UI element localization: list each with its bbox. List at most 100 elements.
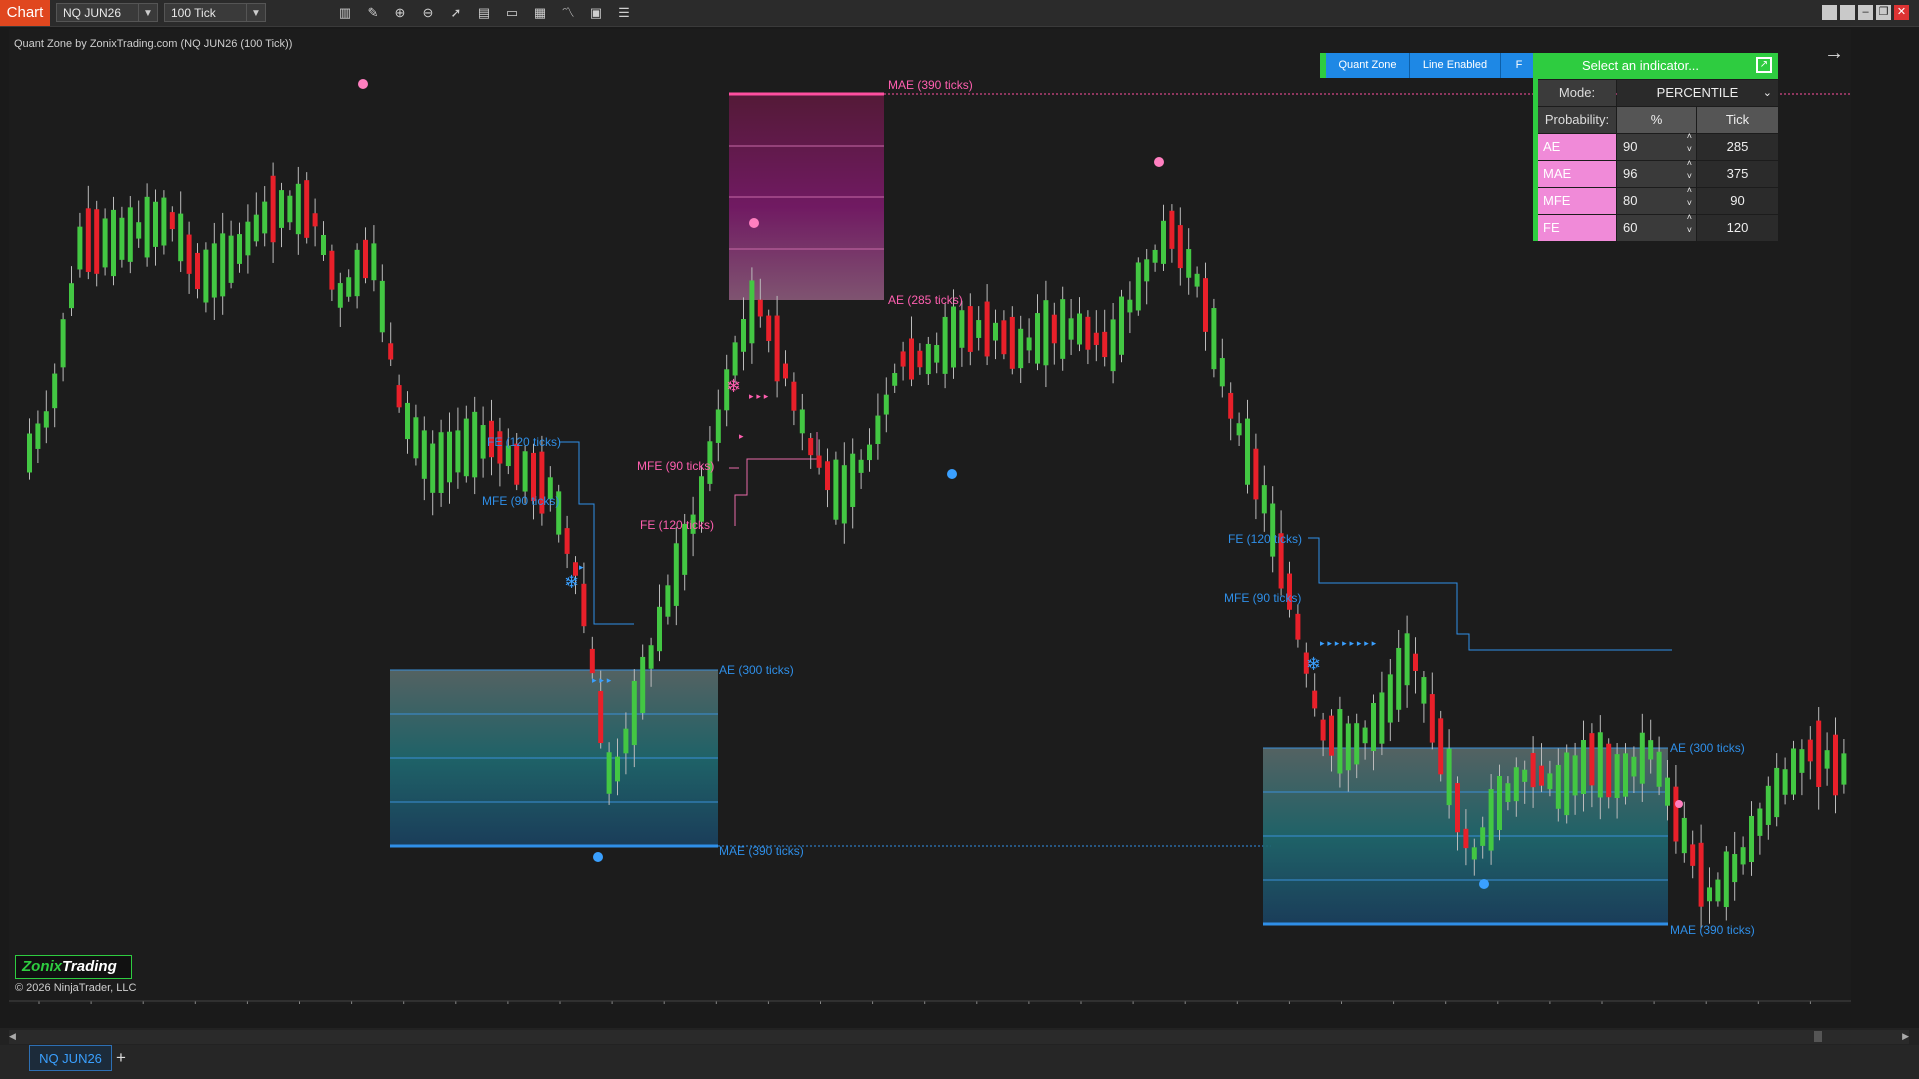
scroll-left-icon[interactable]: ◀	[9, 1031, 16, 1042]
scroll-thumb[interactable]	[1814, 1031, 1822, 1042]
candle-body	[94, 209, 100, 274]
candle-body	[917, 350, 923, 368]
candle-body	[279, 190, 284, 228]
candle-body	[1631, 756, 1637, 777]
tile-icon[interactable]	[1822, 5, 1837, 20]
candle-body	[1732, 854, 1738, 883]
candle-body	[1799, 749, 1805, 773]
candle-body	[615, 756, 620, 782]
candle-body	[472, 411, 478, 478]
horizontal-scrollbar[interactable]: ◀ ▶	[9, 1030, 1909, 1044]
scroll-right-icon[interactable]: ▶	[1902, 1031, 1909, 1042]
zoom-in-icon[interactable]: ⊕	[392, 5, 408, 21]
minimize-icon[interactable]: –	[1858, 5, 1873, 20]
candle-body	[119, 217, 125, 260]
candle-body	[1194, 273, 1200, 287]
zone-label: FE (120 ticks)	[640, 518, 714, 532]
bars-type-icon[interactable]: ▥	[337, 5, 353, 21]
line-enabled-button[interactable]: Line Enabled	[1410, 53, 1501, 78]
candle-body	[396, 385, 402, 408]
indicators-icon[interactable]: 〽	[560, 5, 576, 21]
candle-body	[77, 226, 83, 270]
stepper-icon[interactable]: ˄ ˅	[1687, 211, 1692, 237]
pointer-icon[interactable]: ➚	[448, 5, 464, 21]
probability-label: Probability:	[1538, 107, 1616, 133]
candle-body	[1329, 715, 1334, 756]
candle-body	[287, 195, 293, 223]
chevron-down-icon: ▼	[138, 4, 157, 21]
mode-value: PERCENTILE	[1656, 85, 1739, 100]
candle-body	[1093, 332, 1099, 345]
zoom-out-icon[interactable]: ⊖	[420, 5, 436, 21]
candle-body	[976, 320, 982, 338]
candle-body	[1639, 732, 1645, 784]
candle-body	[699, 476, 704, 522]
pink-marker	[749, 218, 759, 228]
stepper-icon[interactable]: ˄ ˅	[1687, 130, 1692, 156]
select-indicator-bar[interactable]: Select an indicator... ↗	[1538, 53, 1778, 79]
candle-body	[1245, 418, 1250, 485]
instrument-selector[interactable]: NQ JUN26 ▼	[56, 3, 158, 22]
candle-body	[1606, 743, 1612, 798]
candle-body	[346, 277, 352, 297]
interval-selector[interactable]: 100 Tick ▼	[164, 3, 266, 22]
candle-body	[102, 218, 108, 268]
quant-zone-button[interactable]: Quant Zone	[1326, 53, 1410, 78]
candle-body	[1774, 767, 1780, 818]
close-icon[interactable]: ✕	[1894, 5, 1909, 20]
candle-body	[1018, 328, 1024, 369]
candle-body	[1757, 808, 1763, 836]
candle-body	[967, 306, 973, 352]
tick-value: 90	[1697, 188, 1778, 214]
blue-marker	[593, 852, 603, 862]
cascade-icon[interactable]	[1840, 5, 1855, 20]
candle-body	[1186, 249, 1192, 278]
candle-body	[825, 461, 830, 491]
chart-tab[interactable]: Chart	[0, 0, 50, 26]
add-tab-icon[interactable]: +	[116, 1048, 126, 1068]
pct-stepper[interactable]: 60 ˄ ˅	[1617, 212, 1696, 241]
arrow-right-icon[interactable]: →	[1824, 42, 1844, 65]
candle-body	[1026, 337, 1032, 351]
mode-dropdown[interactable]: PERCENTILE ⌄	[1617, 80, 1778, 106]
candle-body	[438, 432, 444, 493]
chart-tab-bar	[0, 1045, 1919, 1079]
data-box-icon[interactable]: ▤	[476, 5, 492, 21]
candle-body	[237, 234, 242, 264]
external-link-icon[interactable]: ↗	[1756, 57, 1772, 73]
chart-trader-icon[interactable]: ▦	[532, 5, 548, 21]
candle-body	[1707, 887, 1712, 902]
candle-body	[27, 433, 32, 473]
candle-body	[1051, 314, 1057, 344]
candle-body	[379, 280, 385, 333]
candle-body	[900, 351, 906, 367]
stepper-icon[interactable]: ˄ ˅	[1687, 157, 1692, 183]
tick-value: 285	[1697, 134, 1778, 160]
candle-body	[1320, 719, 1326, 741]
tick-value: 120	[1697, 215, 1778, 241]
candle-body	[1236, 423, 1242, 436]
candle-body	[1429, 694, 1435, 743]
candle-body	[354, 249, 360, 297]
candle-body	[1749, 815, 1754, 863]
candle-body	[1144, 259, 1150, 282]
candle-body	[841, 465, 847, 524]
stepper-icon[interactable]: ˄ ˅	[1687, 184, 1692, 210]
zone-label: FE (120 ticks)	[487, 435, 561, 449]
candle-body	[447, 431, 452, 483]
pct-stepper[interactable]: 90 ˄ ˅	[1617, 131, 1696, 160]
candle-body	[69, 283, 74, 309]
restore-icon[interactable]: ❐	[1876, 5, 1891, 20]
templates-icon[interactable]: ▭	[504, 5, 520, 21]
candle-body	[858, 459, 864, 473]
candle-body	[1446, 748, 1452, 806]
pct-stepper[interactable]: 80 ˄ ˅	[1617, 185, 1696, 214]
candle-body	[1522, 769, 1528, 782]
list-icon[interactable]: ☰	[616, 5, 632, 21]
candle-body	[203, 249, 209, 303]
candle-body	[1009, 316, 1015, 369]
pct-stepper[interactable]: 96 ˄ ˅	[1617, 158, 1696, 187]
strategies-icon[interactable]: ▣	[588, 5, 604, 21]
chart-tab-nq[interactable]: NQ JUN26	[29, 1045, 112, 1071]
drawing-tools-icon[interactable]: ✎	[365, 5, 381, 21]
